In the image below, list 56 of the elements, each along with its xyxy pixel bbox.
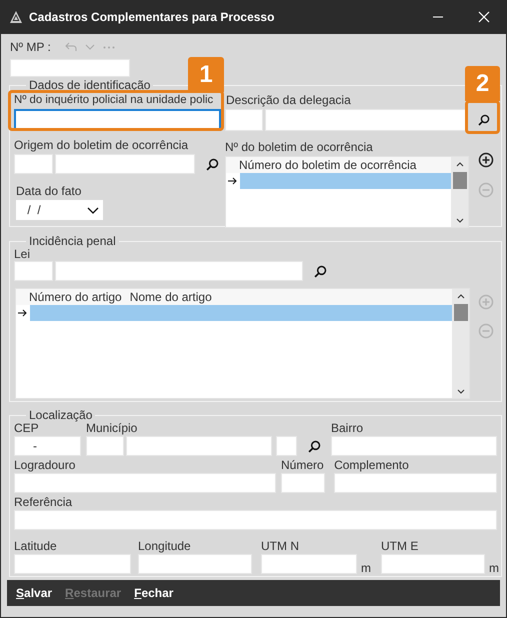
- field-label: Longitude: [138, 540, 192, 553]
- field-value: -: [33, 439, 37, 453]
- scrollbar[interactable]: [451, 157, 468, 227]
- mp-field[interactable]: [10, 59, 130, 77]
- scroll-up-icon[interactable]: [456, 294, 464, 299]
- row-pointer-icon: [18, 309, 28, 317]
- group-title: Incidência penal: [28, 235, 117, 248]
- add-icon[interactable]: [478, 152, 494, 168]
- scroll-down-icon[interactable]: [456, 218, 464, 223]
- scroll-thumb[interactable]: [452, 172, 466, 189]
- field-label: Referência: [14, 496, 74, 509]
- scroll-down-icon[interactable]: [456, 389, 464, 394]
- row-pointer-icon: [228, 177, 238, 185]
- close-icon[interactable]: [478, 11, 490, 23]
- search-icon[interactable]: [308, 440, 321, 452]
- column-header[interactable]: Nome do artigo: [130, 290, 212, 304]
- undo-icon[interactable]: [64, 42, 77, 52]
- field-label: Data do fato: [15, 185, 82, 198]
- unit-label: m: [489, 562, 499, 574]
- group-title: Localização: [28, 409, 94, 422]
- field-label: Nº do boletim de ocorrência: [225, 141, 374, 154]
- app-logo-icon: [9, 10, 23, 24]
- input-field[interactable]: -: [14, 436, 81, 456]
- field-label: UTM E: [381, 540, 420, 553]
- field-label: UTM N: [261, 540, 300, 553]
- callout-badge: 2: [465, 66, 500, 101]
- field-label: Bairro: [331, 422, 364, 435]
- scroll-thumb[interactable]: [454, 304, 468, 321]
- window-title: Cadastros Complementares para Processo: [29, 10, 276, 24]
- field-label: Logradouro: [14, 459, 76, 472]
- scroll-up-icon[interactable]: [456, 162, 464, 167]
- footer-button[interactable]: Fechar: [134, 586, 174, 600]
- field-label: Descrição da delegacia: [226, 94, 351, 106]
- chevron-down-icon[interactable]: [87, 206, 99, 214]
- data-grid[interactable]: Número do boletim de ocorrência: [225, 156, 469, 228]
- field-label: Latitude: [14, 540, 58, 553]
- field-label: Origem do boletim de ocorrência: [14, 139, 190, 152]
- field-label: CEP: [14, 422, 39, 435]
- field-label: Complemento: [334, 459, 410, 472]
- field-label: Lei: [14, 248, 32, 261]
- column-header[interactable]: Número do artigo: [29, 290, 122, 304]
- group-title: Dados de identificação: [28, 79, 152, 92]
- date-dropdown[interactable]: / /: [16, 200, 103, 220]
- column-header[interactable]: Número do boletim de ocorrência: [239, 158, 416, 172]
- callout-badge: 1: [188, 57, 224, 92]
- field-label: Número: [281, 459, 325, 472]
- more-icon[interactable]: [102, 46, 115, 48]
- search-icon[interactable]: [206, 158, 219, 170]
- field-label: Nº do inquérito policial na unidade polic: [14, 94, 214, 106]
- scrollbar[interactable]: [452, 289, 469, 398]
- field-label: Município: [86, 422, 138, 435]
- mp-label: Nº MP :: [10, 40, 51, 54]
- unit-label: m: [361, 562, 371, 574]
- search-icon[interactable]: [314, 264, 327, 278]
- footer-button[interactable]: Salvar: [16, 586, 52, 600]
- data-grid[interactable]: Número do artigo Nome do artigo: [15, 288, 470, 399]
